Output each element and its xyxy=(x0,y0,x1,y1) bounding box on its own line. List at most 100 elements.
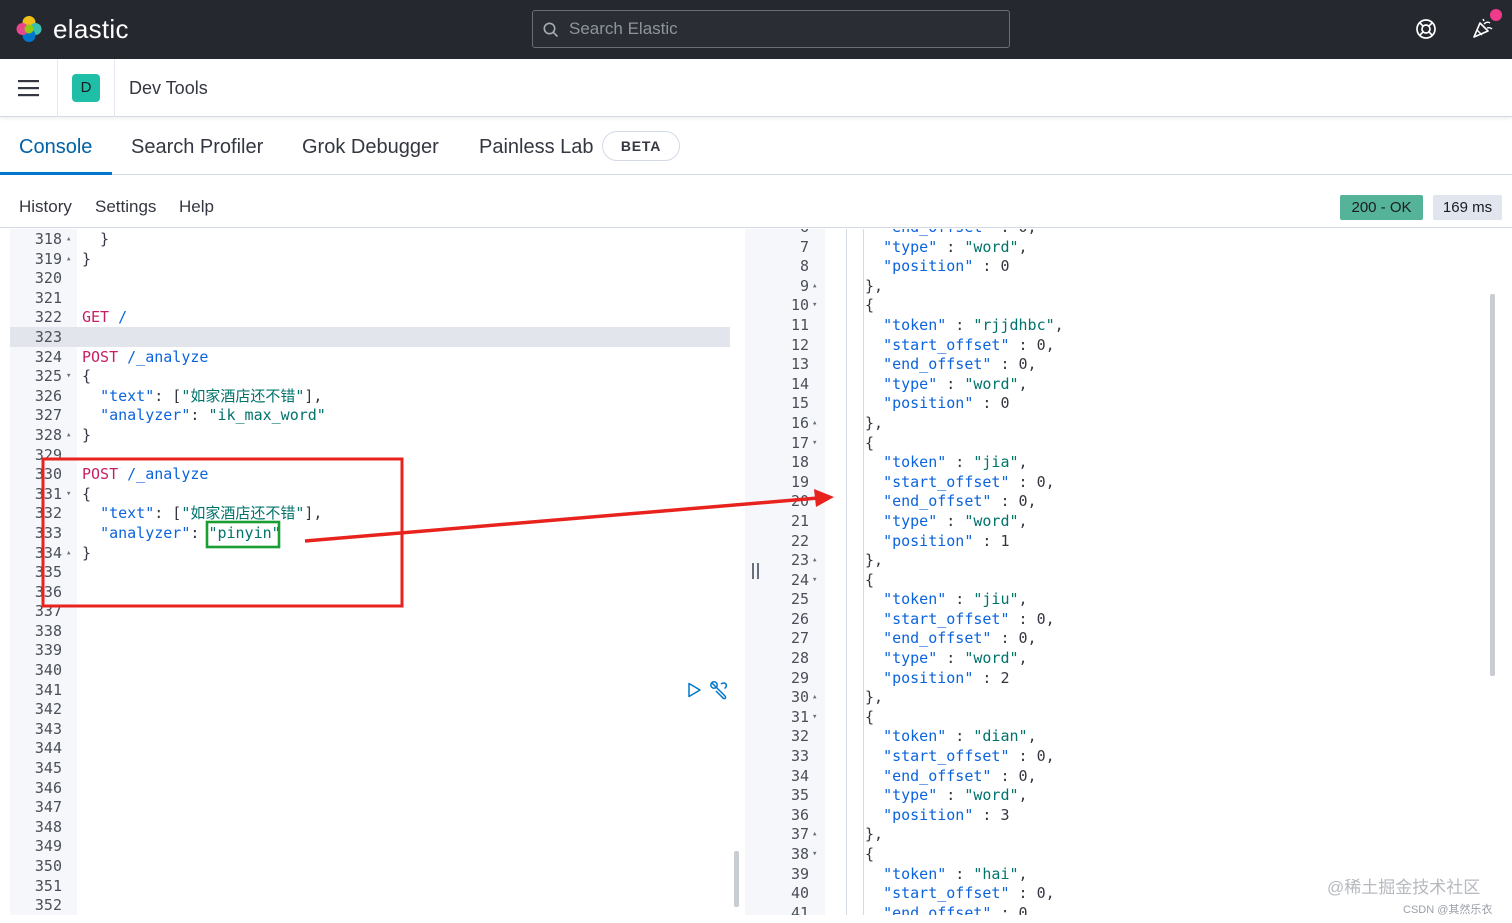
output-scrollbar[interactable] xyxy=(1490,294,1495,676)
code-line: 341 xyxy=(10,681,745,701)
token-key: "end_offset" xyxy=(883,766,992,785)
help-lifebuoy-icon[interactable] xyxy=(1414,17,1438,41)
code-line: 319 ▴} xyxy=(10,250,745,270)
token-plain: { xyxy=(82,484,92,503)
request-editor[interactable]: 318 ▴ } 319 ▴} 320 321 322 GET /323 324 POST /_an… xyxy=(10,229,745,915)
tab-grok-debugger[interactable]: Grok Debugger xyxy=(302,134,439,160)
fold-open-icon[interactable]: ▾ xyxy=(812,708,822,728)
token-key: "end_offset" xyxy=(883,355,992,374)
fold-open-icon[interactable]: ▾ xyxy=(812,571,822,591)
send-request-play-icon[interactable] xyxy=(686,682,702,698)
code-line: 352 xyxy=(10,896,745,915)
line-number: 333 xyxy=(34,523,62,542)
token-plain: : xyxy=(190,523,209,542)
search-input[interactable] xyxy=(569,11,999,47)
line-code: { xyxy=(865,434,874,454)
token-key: "end_offset" xyxy=(883,492,992,511)
help-button[interactable]: Help xyxy=(179,196,214,218)
line-code: POST /_analyze xyxy=(82,465,208,485)
token-str: "dian" xyxy=(973,727,1028,746)
fold-closed-icon[interactable]: ▴ xyxy=(66,250,76,270)
fold-closed-icon[interactable]: ▴ xyxy=(812,551,822,571)
code-line: 346 xyxy=(10,779,745,799)
history-button[interactable]: History xyxy=(19,196,72,218)
fold-closed-icon[interactable]: ▴ xyxy=(812,414,822,434)
line-code: { xyxy=(82,367,91,387)
tab-console[interactable]: Console xyxy=(19,134,92,160)
line-number: 324 xyxy=(34,347,62,366)
editor-scrollbar[interactable] xyxy=(734,851,739,907)
line-code: "type" : "word", xyxy=(865,786,1028,806)
elastic-logo-icon[interactable] xyxy=(14,14,44,44)
fold-closed-icon[interactable]: ▴ xyxy=(812,825,822,845)
token-plain: : xyxy=(937,649,965,668)
token-plain: { xyxy=(865,296,875,315)
fold-open-icon[interactable]: ▾ xyxy=(66,485,76,505)
token-key: "end_offset" xyxy=(883,903,992,915)
code-line: 38 ▾ { xyxy=(765,845,1500,865)
line-number: 9 xyxy=(799,276,809,295)
line-code: "text": ["如家酒店还不错"], xyxy=(82,504,322,524)
fold-closed-icon[interactable]: ▴ xyxy=(66,230,76,250)
code-line: 330 POST /_analyze xyxy=(10,465,745,485)
token-plain: : [ xyxy=(154,504,182,523)
token-plain: }, xyxy=(865,551,884,570)
fold-closed-icon[interactable]: ▴ xyxy=(66,426,76,446)
line-code: } xyxy=(82,426,91,446)
token-str: "word" xyxy=(964,237,1019,256)
token-plain: { xyxy=(865,433,875,452)
code-line: 350 xyxy=(10,857,745,877)
token-plain: , xyxy=(1018,864,1028,883)
token-method: GET xyxy=(82,308,110,327)
line-number: 27 xyxy=(790,629,809,648)
code-line: 327 "analyzer": "ik_max_word" xyxy=(10,406,745,426)
token-key: "type" xyxy=(883,374,938,393)
token-plain: , xyxy=(1018,590,1028,609)
line-number: 16 xyxy=(790,413,809,432)
response-output[interactable]: 6 "end_offset" : 0,7 "type" : "word",8 "… xyxy=(765,229,1500,915)
watermark-juejin: @稀土掘金技术社区 xyxy=(1327,878,1481,897)
resizer-grip-icon[interactable] xyxy=(752,563,759,579)
token-plain: : xyxy=(190,406,209,425)
space-avatar[interactable]: D xyxy=(72,74,100,102)
token-plain: : 0, xyxy=(991,492,1037,511)
beta-badge: BETA xyxy=(602,131,680,161)
tab-painless-lab[interactable]: Painless Lab xyxy=(479,134,594,160)
line-code: "type" : "word", xyxy=(865,512,1028,532)
line-number: 25 xyxy=(790,590,809,609)
brand-name[interactable]: elastic xyxy=(53,14,129,44)
fold-open-icon[interactable]: ▾ xyxy=(812,296,822,316)
line-number: 12 xyxy=(790,335,809,354)
code-line: 331 ▾ { xyxy=(10,485,745,505)
wrench-icon[interactable] xyxy=(709,680,729,700)
hamburger-menu-icon[interactable] xyxy=(18,78,40,98)
fold-open-icon[interactable]: ▾ xyxy=(812,434,822,454)
settings-button[interactable]: Settings xyxy=(95,196,156,218)
fold-open-icon[interactable]: ▾ xyxy=(812,845,822,865)
tab-search-profiler[interactable]: Search Profiler xyxy=(131,134,263,160)
fold-open-icon[interactable]: ▾ xyxy=(66,367,76,387)
token-plain: , xyxy=(1018,453,1028,472)
line-number: 34 xyxy=(790,766,809,785)
fold-closed-icon[interactable]: ▴ xyxy=(812,277,822,297)
line-number: 26 xyxy=(790,609,809,628)
token-str: "word" xyxy=(964,511,1019,530)
line-number: 337 xyxy=(34,602,62,621)
token-plain: : 0, xyxy=(991,629,1037,648)
fold-closed-icon[interactable]: ▴ xyxy=(66,544,76,564)
line-code: "start_offset" : 0, xyxy=(865,473,1055,493)
global-search[interactable] xyxy=(532,10,1010,48)
line-number: 23 xyxy=(790,551,809,570)
fold-closed-icon[interactable]: ▴ xyxy=(812,688,822,708)
line-number: 343 xyxy=(34,719,62,738)
line-number: 318 xyxy=(34,230,62,248)
line-number: 325 xyxy=(34,367,62,386)
token-plain: { xyxy=(82,367,92,386)
code-line: 336 xyxy=(10,583,745,603)
